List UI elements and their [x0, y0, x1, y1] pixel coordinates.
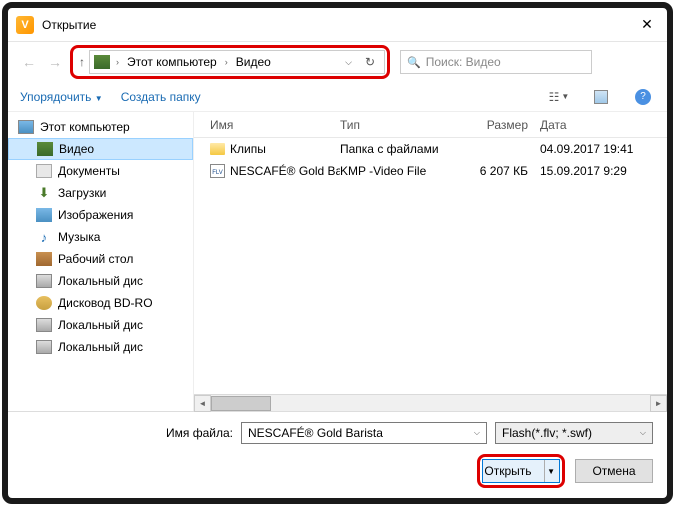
col-size[interactable]: Размер	[460, 118, 540, 132]
tree-item-desktop[interactable]: Рабочий стол	[8, 248, 193, 270]
file-name: Клипы	[230, 142, 266, 156]
tree-root[interactable]: Этот компьютер	[8, 116, 193, 138]
file-date: 15.09.2017 9:29	[540, 164, 667, 178]
disk-icon	[36, 340, 52, 354]
forward-icon[interactable]: →	[44, 54, 66, 70]
address-bar[interactable]: › Этот компьютер › Видео ⌵ ↻	[89, 50, 385, 74]
tree-label: Музыка	[58, 230, 100, 244]
tree-label: Документы	[58, 164, 120, 178]
close-icon[interactable]: ✕	[635, 16, 659, 33]
open-button-highlight: Открыть ▼	[477, 454, 565, 488]
scroll-left-icon[interactable]: ◄	[194, 395, 211, 412]
search-icon: 🔍	[407, 56, 421, 69]
tree-item-video[interactable]: Видео	[8, 138, 193, 160]
document-icon	[36, 164, 52, 178]
location-icon	[94, 55, 110, 69]
tree-item-documents[interactable]: Документы	[8, 160, 193, 182]
file-name: NESCAFÉ® Gold Ba...	[230, 164, 340, 178]
file-row[interactable]: FLV NESCAFÉ® Gold Ba... KMP -Video File 6…	[194, 160, 667, 182]
tree-label: Рабочий стол	[58, 252, 133, 266]
nav-tree: Этот компьютер Видео Документы ⬇ Загрузк…	[8, 112, 194, 411]
pc-icon	[18, 120, 34, 134]
view-button[interactable]: ☷ ▼	[547, 87, 571, 107]
breadcrumb-folder[interactable]: Видео	[234, 55, 273, 69]
file-row[interactable]: Клипы Папка с файлами 04.09.2017 19:41	[194, 138, 667, 160]
file-type: Папка с файлами	[340, 142, 460, 156]
chevron-down-icon[interactable]: ⌵	[474, 428, 480, 438]
organize-button[interactable]: Упорядочить ▼	[20, 90, 103, 104]
tree-item-bd[interactable]: Дисковод BD-RO	[8, 292, 193, 314]
cancel-button[interactable]: Отмена	[575, 459, 653, 483]
open-button[interactable]: Открыть ▼	[482, 459, 560, 483]
video-icon	[37, 142, 53, 156]
tree-item-downloads[interactable]: ⬇ Загрузки	[8, 182, 193, 204]
filename-label: Имя файла:	[166, 426, 233, 440]
bottom-panel: Имя файла: NESCAFÉ® Gold Barista ⌵ Flash…	[8, 412, 667, 498]
chevron-down-icon[interactable]: ⌵	[341, 57, 356, 68]
toolbar: Упорядочить ▼ Создать папку ☷ ▼ ?	[8, 82, 667, 112]
tree-label: Видео	[59, 142, 94, 156]
col-type[interactable]: Тип	[340, 118, 460, 132]
tree-label: Этот компьютер	[40, 120, 130, 134]
bd-icon	[36, 296, 52, 310]
refresh-icon[interactable]: ↻	[360, 55, 380, 69]
chevron-right-icon: ›	[114, 57, 121, 67]
up-icon[interactable]: ↑	[75, 55, 89, 69]
tree-label: Локальный дис	[58, 340, 143, 354]
chevron-right-icon: ›	[223, 57, 230, 67]
flv-icon: FLV	[210, 164, 225, 178]
nav-row: ← → ↑ › Этот компьютер › Видео ⌵ ↻ 🔍 Пои…	[8, 42, 667, 82]
filename-value: NESCAFÉ® Gold Barista	[248, 426, 383, 440]
tree-label: Загрузки	[58, 186, 106, 200]
open-dropdown-icon[interactable]: ▼	[544, 460, 558, 482]
disk-icon	[36, 318, 52, 332]
tree-item-disk[interactable]: Локальный дис	[8, 314, 193, 336]
preview-pane-button[interactable]	[589, 87, 613, 107]
horizontal-scrollbar[interactable]: ◄ ►	[194, 394, 667, 411]
desktop-icon	[36, 252, 52, 266]
help-icon[interactable]: ?	[631, 87, 655, 107]
chevron-down-icon[interactable]: ⌵	[640, 428, 646, 438]
disk-icon	[36, 274, 52, 288]
download-icon: ⬇	[36, 186, 52, 200]
tree-item-images[interactable]: Изображения	[8, 204, 193, 226]
image-icon	[36, 208, 52, 222]
filetype-filter[interactable]: Flash(*.flv; *.swf) ⌵	[495, 422, 653, 444]
tree-item-disk[interactable]: Локальный дис	[8, 336, 193, 358]
col-name[interactable]: Имя	[194, 118, 340, 132]
folder-icon	[210, 143, 225, 155]
tree-item-disk[interactable]: Локальный дис	[8, 270, 193, 292]
search-placeholder: Поиск: Видео	[426, 55, 501, 69]
tree-label: Изображения	[58, 208, 133, 222]
titlebar: V Открытие ✕	[8, 8, 667, 42]
scroll-thumb[interactable]	[211, 396, 271, 411]
tree-item-music[interactable]: ♪ Музыка	[8, 226, 193, 248]
app-icon: V	[16, 16, 34, 34]
breadcrumb-root[interactable]: Этот компьютер	[125, 55, 219, 69]
window-title: Открытие	[42, 18, 635, 32]
column-headers: Имя Тип Размер Дата	[194, 112, 667, 138]
file-date: 04.09.2017 19:41	[540, 142, 667, 156]
music-icon: ♪	[36, 230, 52, 244]
file-size: 6 207 КБ	[460, 164, 540, 178]
file-type: KMP -Video File	[340, 164, 460, 178]
tree-label: Дисковод BD-RO	[58, 296, 153, 310]
tree-label: Локальный дис	[58, 318, 143, 332]
scroll-right-icon[interactable]: ►	[650, 395, 667, 412]
col-date[interactable]: Дата	[540, 118, 667, 132]
new-folder-button[interactable]: Создать папку	[121, 90, 201, 104]
filter-value: Flash(*.flv; *.swf)	[502, 426, 592, 440]
file-list: Имя Тип Размер Дата Клипы Папка с файлам…	[194, 112, 667, 411]
filename-input[interactable]: NESCAFÉ® Gold Barista ⌵	[241, 422, 487, 444]
search-input[interactable]: 🔍 Поиск: Видео	[400, 50, 592, 74]
address-bar-highlight: ↑ › Этот компьютер › Видео ⌵ ↻	[70, 45, 390, 79]
tree-label: Локальный дис	[58, 274, 143, 288]
back-icon[interactable]: ←	[18, 54, 40, 70]
